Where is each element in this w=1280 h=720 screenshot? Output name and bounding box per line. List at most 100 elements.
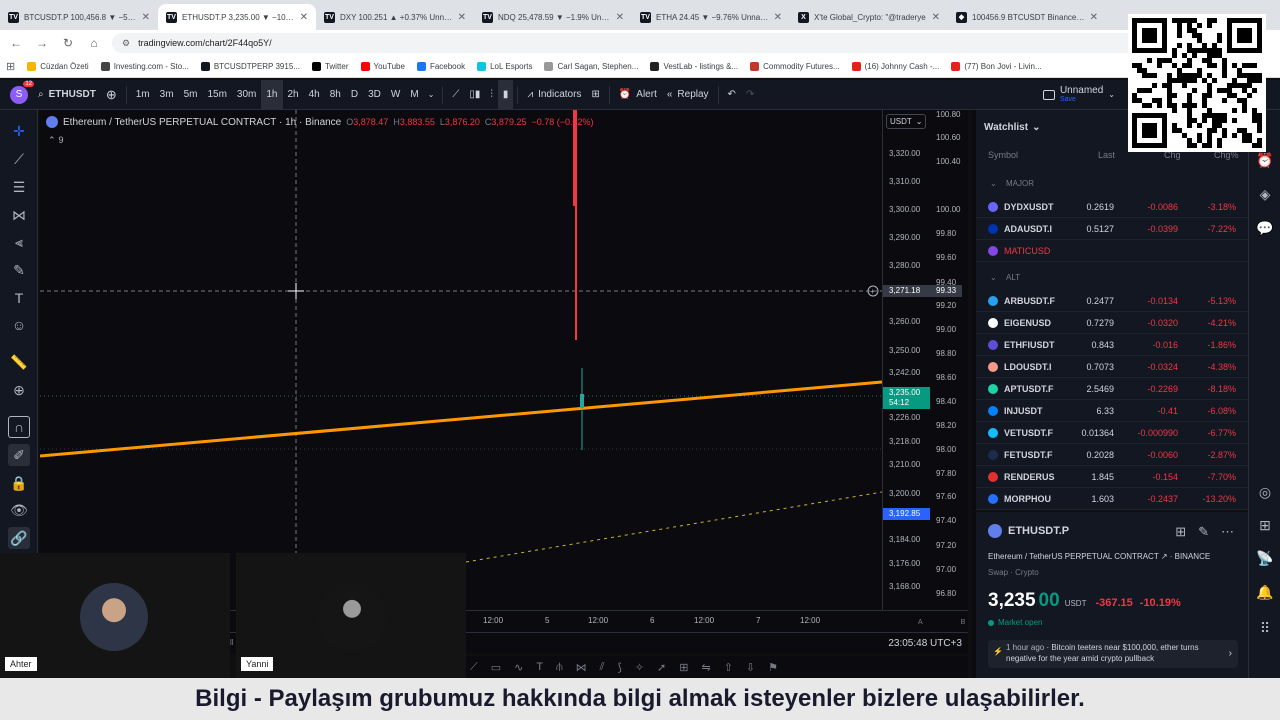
col-last[interactable]: Last — [1098, 150, 1115, 160]
watchlist-section-header[interactable]: ⌄ MAJOR — [976, 172, 1248, 194]
watchlist-row[interactable]: INJUSDT 6.33 -0.41 -6.08% — [976, 400, 1248, 422]
watchlist-row[interactable]: ARBUSDT.F 0.2477 -0.0134 -5.13% — [976, 290, 1248, 312]
forward-icon[interactable]: → — [34, 35, 50, 51]
range-icon[interactable]: ⇋ — [701, 661, 710, 674]
watchlist-row[interactable]: LDOUSDT.I 0.7073 -0.0324 -4.38% — [976, 356, 1248, 378]
bookmark-item[interactable]: Twitter — [311, 62, 349, 71]
close-icon[interactable]: ✕ — [932, 12, 940, 23]
emoji-tool-icon[interactable]: ☺ — [8, 314, 30, 336]
browser-tab[interactable]: TV NDQ 25,478.59 ▼ −1.9% Unnamed ✕ — [474, 4, 632, 30]
projection-tool-icon[interactable]: ⫷ — [8, 231, 30, 253]
zoom-in-icon[interactable]: ⊕ — [8, 379, 30, 401]
interval-dropdown-icon[interactable]: ⌄ — [424, 90, 439, 99]
bookmark-item[interactable]: LoL Esports — [477, 62, 532, 71]
watchlist-row[interactable]: RENDERUS 1.845 -0.154 -7.70% — [976, 466, 1248, 488]
layouts-button[interactable]: ⊞ — [586, 80, 604, 110]
ruler-icon[interactable]: 📏 — [8, 351, 30, 373]
magnet-icon[interactable]: ∩ — [8, 416, 30, 438]
target-icon[interactable]: ◎ — [1255, 482, 1275, 502]
arrow-icon[interactable]: ➚ — [657, 661, 666, 674]
site-info-icon[interactable]: ⚙ — [122, 38, 130, 49]
browser-tab[interactable]: TV BTCUSDT.P 100,456.8 ▼ −5.71% ✕ — [0, 4, 158, 30]
news-item[interactable]: ⚡ 1 hour ago · Bitcoin teeters near $100… — [988, 640, 1238, 668]
redo-button[interactable]: ↷ — [741, 80, 759, 110]
home-icon[interactable]: ⌂ — [86, 35, 102, 51]
apps-grid-icon[interactable]: ⠿ — [1255, 618, 1275, 638]
watchlist-row[interactable]: APTUSDT.F 2.5469 -0.2269 -8.18% — [976, 378, 1248, 400]
interval-3m[interactable]: 3m — [155, 80, 179, 110]
indicators-button[interactable]: ⩘ Indicators — [522, 80, 586, 110]
watchlist-row[interactable]: MORPHOU 1.603 -0.2437 -13.20% — [976, 488, 1248, 510]
bookmark-item[interactable]: Commodity Futures... — [750, 62, 840, 71]
text-icon[interactable]: T — [536, 661, 543, 673]
back-icon[interactable]: ← — [8, 35, 24, 51]
detail-symbol[interactable]: ETHUSDT.P — [1008, 525, 1069, 537]
watchlist-row[interactable]: DYDXUSDT 0.2619 -0.0086 -3.18% — [976, 196, 1248, 218]
chart-title[interactable]: Ethereum / TetherUS PERPETUAL CONTRACT ·… — [63, 117, 341, 128]
interval-1m[interactable]: 1m — [131, 80, 155, 110]
url-field[interactable]: ⚙ tradingview.com/chart/2F44qo5Y/ — [112, 33, 1202, 53]
browser-tab[interactable]: TV DXY 100.251 ▲ +0.37% Unnamed ✕ — [316, 4, 474, 30]
gann-icon[interactable]: ⫽ — [600, 661, 605, 674]
eye-icon[interactable]: 👁 — [8, 499, 30, 521]
clock[interactable]: 23:05:48 UTC+3 — [888, 638, 962, 649]
bookmark-item[interactable]: VestLab - listings &... — [650, 62, 738, 71]
external-link-icon[interactable]: ↗ · — [1161, 552, 1175, 561]
indicator-toggle[interactable]: ⌃ 9 — [48, 135, 64, 146]
bucket-scale-button[interactable]: B — [961, 619, 966, 626]
bookmark-item[interactable]: (77) Bon Jovi - Livin... — [951, 62, 1042, 71]
more-icon[interactable]: ⋯ — [1221, 524, 1234, 540]
interval-8h[interactable]: 8h — [325, 80, 346, 110]
bookmark-item[interactable]: Investing.com - Sto... — [100, 62, 189, 71]
browser-tab[interactable]: ◆ 100456.9 BTCUSDT Binance Bit ✕ — [948, 4, 1106, 30]
crosshair-icon[interactable]: ✛ — [8, 120, 30, 142]
path-icon[interactable]: ⟆ — [618, 661, 622, 674]
down-arrow-icon[interactable]: ⇩ — [746, 661, 755, 674]
symbol-search-button[interactable]: ⌕ ETHUSDT — [33, 80, 101, 110]
watchlist-row[interactable]: VETUSDT.F 0.01364 -0.000990 -6.77% — [976, 422, 1248, 444]
bookmark-item[interactable]: (16) Johnny Cash -... — [851, 62, 939, 71]
compare-button[interactable]: ⊕ — [101, 80, 122, 110]
close-icon[interactable]: ✕ — [142, 12, 150, 23]
lock-icon[interactable]: 🔒 — [8, 472, 30, 494]
col-symbol[interactable]: Symbol — [988, 150, 1018, 160]
bookmark-item[interactable]: Facebook — [416, 62, 465, 71]
close-icon[interactable]: ✕ — [300, 12, 308, 23]
user-menu[interactable]: S 12 — [0, 80, 34, 110]
fib-tool-icon[interactable]: ☰ — [8, 176, 30, 198]
browser-tab[interactable]: TV ETHUSDT.P 3,235.00 ▼ −10.19% ✕ — [158, 4, 316, 30]
chat-icon[interactable]: 💬 — [1255, 218, 1275, 238]
bookmark-item[interactable]: Carl Sagan, Stephen... — [544, 62, 638, 71]
browser-tab[interactable]: TV ETHA 24.45 ▼ −9.76% Unnamed ✕ — [632, 4, 790, 30]
interval-m[interactable]: M — [405, 80, 423, 110]
link-icon[interactable]: 🔗 — [8, 527, 30, 549]
auto-scale-button[interactable]: A — [918, 619, 923, 626]
watchlist-row[interactable]: ADAUSDT.I 0.5127 -0.0399 -7.22% — [976, 218, 1248, 240]
secondary-price-scale[interactable]: 100.80 100.60 100.40 100.00 99.80 99.60 99.40 9… — [930, 110, 968, 610]
grid-tool-icon[interactable]: ⊞ — [679, 661, 688, 674]
up-arrow-icon[interactable]: ⇧ — [724, 661, 733, 674]
interval-2h[interactable]: 2h — [283, 80, 304, 110]
drawing-line-button[interactable]: ⟋ — [447, 80, 464, 110]
avatar[interactable]: S 12 — [10, 80, 34, 104]
chart-type-button[interactable]: ▯▮ — [464, 80, 485, 110]
alerts-icon[interactable]: ⏰ — [1255, 150, 1275, 170]
grid-icon[interactable]: ⊞ — [1175, 524, 1186, 540]
watchlist-section-header[interactable]: ⌄ ALT — [976, 266, 1248, 288]
interval-1h[interactable]: 1h — [261, 79, 283, 110]
stay-drawing-icon[interactable]: ✐ — [8, 444, 30, 466]
watchlist-row[interactable]: FETUSDT.F 0.2028 -0.0060 -2.87% — [976, 444, 1248, 466]
plus-icon[interactable]: + — [870, 287, 875, 296]
replay-button[interactable]: « Replay — [662, 80, 714, 110]
brush-tool-icon[interactable]: ✎ — [8, 259, 30, 281]
pattern-tool-icon[interactable]: ⋈ — [8, 204, 30, 226]
layout-name-button[interactable]: Unnamed Save ⌄ — [1038, 80, 1120, 110]
rect-tool-icon[interactable]: ▭ — [491, 661, 501, 674]
bell-icon[interactable]: 🔔 — [1255, 582, 1275, 602]
interval-3d[interactable]: 3D — [363, 80, 386, 110]
pattern-icon[interactable]: ⋈ — [576, 661, 587, 674]
alert-button[interactable]: ⏰ Alert — [614, 80, 662, 110]
reload-icon[interactable]: ↻ — [60, 35, 76, 51]
trend-line-tool-icon[interactable]: ⟋ — [8, 148, 30, 170]
shape-icon[interactable]: ✧ — [635, 661, 644, 674]
